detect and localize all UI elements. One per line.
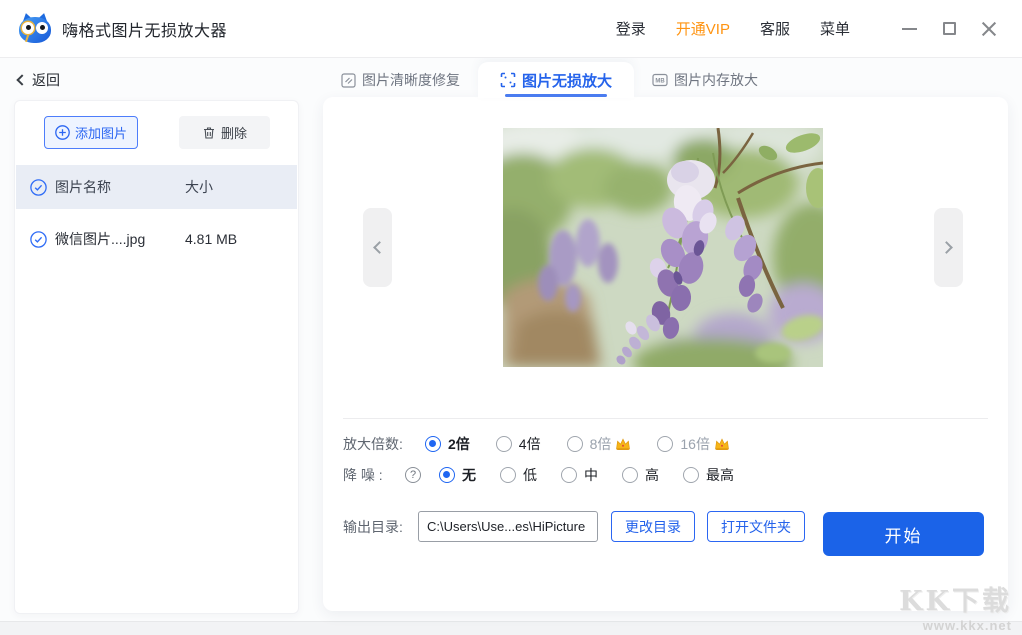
tab-lossless-enlarge[interactable]: 图片无损放大 <box>478 62 634 98</box>
settings-divider <box>343 418 988 419</box>
radio-scale-4x[interactable]: 4倍 <box>496 434 541 454</box>
file-name: 微信图片....jpg <box>55 229 185 249</box>
radio-icon <box>657 436 673 452</box>
minimize-button[interactable] <box>894 14 924 44</box>
radio-icon <box>683 467 699 483</box>
trash-icon <box>202 126 216 140</box>
file-list-row[interactable]: 微信图片....jpg 4.81 MB <box>16 219 297 259</box>
app-title: 嗨格式图片无损放大器 <box>62 17 227 41</box>
column-header-name: 图片名称 <box>55 177 185 197</box>
denoise-label: 降 噪 : <box>343 465 403 485</box>
radio-icon <box>622 467 638 483</box>
scale-radio-group: 2倍 4倍 8倍 16倍 <box>425 434 756 454</box>
plus-circle-icon <box>55 125 70 140</box>
start-button[interactable]: 开始 <box>823 512 984 556</box>
radio-noise-high[interactable]: 高 <box>622 465 659 485</box>
radio-noise-highest[interactable]: 最高 <box>683 465 734 485</box>
radio-noise-low[interactable]: 低 <box>500 465 537 485</box>
minimize-icon <box>902 28 917 30</box>
feature-tabs: 图片清晰度修复 图片无损放大 MB 图片内存放大 <box>323 62 776 98</box>
mb-badge-icon: MB <box>652 73 668 87</box>
radio-noise-medium[interactable]: 中 <box>561 465 598 485</box>
app-logo-owl-icon <box>18 13 52 45</box>
output-directory-row: 输出目录: 更改目录 打开文件夹 <box>343 511 817 542</box>
check-circle-icon <box>30 231 47 248</box>
expand-corners-icon <box>500 72 516 88</box>
svg-text:MB: MB <box>655 79 665 85</box>
scale-multiplier-row: 放大倍数: 2倍 4倍 8倍 16倍 <box>343 434 756 454</box>
chevron-left-icon <box>16 74 27 85</box>
output-path-input[interactable] <box>418 511 598 542</box>
radio-icon <box>500 467 516 483</box>
enlarge-workspace-panel: 放大倍数: 2倍 4倍 8倍 16倍 降 噪 : ? <box>323 97 1008 611</box>
delete-label: 删除 <box>221 123 247 142</box>
open-vip-button[interactable]: 开通VIP <box>676 18 730 39</box>
chevron-right-icon <box>940 241 953 254</box>
window-bottom-strip <box>0 621 1022 635</box>
customer-service-button[interactable]: 客服 <box>760 18 790 39</box>
back-label: 返回 <box>32 70 60 90</box>
question-circle-icon[interactable]: ? <box>405 467 421 483</box>
radio-scale-2x[interactable]: 2倍 <box>425 434 470 454</box>
tab-memory-enlarge[interactable]: MB 图片内存放大 <box>634 62 776 98</box>
radio-icon <box>561 467 577 483</box>
radio-scale-8x[interactable]: 8倍 <box>567 434 632 454</box>
column-header-size: 大小 <box>185 177 213 197</box>
radio-scale-16x[interactable]: 16倍 <box>657 434 730 454</box>
open-folder-button[interactable]: 打开文件夹 <box>707 511 805 542</box>
preview-image <box>503 128 823 367</box>
check-circle-icon <box>30 179 47 196</box>
back-button[interactable]: 返回 <box>18 70 60 90</box>
file-list-panel: 添加图片 删除 图片名称 大小 微信图片....jpg 4.81 MB <box>14 100 299 614</box>
tab-label: 图片内存放大 <box>674 70 758 90</box>
square-slashes-icon <box>341 73 356 88</box>
menu-button[interactable]: 菜单 <box>820 18 850 39</box>
select-all-checkbox[interactable] <box>30 179 47 196</box>
denoise-radio-group: 无 低 中 高 最高 <box>439 465 760 485</box>
add-image-button[interactable]: 添加图片 <box>44 116 138 149</box>
vip-crown-icon <box>615 438 631 451</box>
delete-button[interactable]: 删除 <box>179 116 270 149</box>
radio-icon <box>439 467 455 483</box>
maximize-icon <box>943 22 956 35</box>
tab-label: 图片无损放大 <box>522 70 612 91</box>
radio-icon <box>496 436 512 452</box>
scale-label: 放大倍数: <box>343 434 425 454</box>
maximize-button[interactable] <box>934 14 964 44</box>
close-icon <box>981 21 997 37</box>
active-tab-underline <box>505 94 607 97</box>
tab-clarity-repair[interactable]: 图片清晰度修复 <box>323 62 478 98</box>
change-directory-button[interactable]: 更改目录 <box>611 511 695 542</box>
output-label: 输出目录: <box>343 517 418 537</box>
title-bar: 嗨格式图片无损放大器 登录 开通VIP 客服 菜单 <box>0 0 1022 58</box>
file-list-header: 图片名称 大小 <box>16 165 297 209</box>
radio-icon <box>425 436 441 452</box>
tab-label: 图片清晰度修复 <box>362 70 460 90</box>
radio-icon <box>567 436 583 452</box>
next-image-button[interactable] <box>934 208 963 287</box>
chevron-left-icon <box>373 241 386 254</box>
close-button[interactable] <box>974 14 1004 44</box>
vip-crown-icon <box>714 438 730 451</box>
denoise-row: 降 噪 : ? 无 低 中 高 最高 <box>343 465 760 485</box>
radio-noise-none[interactable]: 无 <box>439 465 476 485</box>
row-checkbox[interactable] <box>30 231 47 248</box>
add-image-label: 添加图片 <box>75 123 127 142</box>
login-button[interactable]: 登录 <box>616 18 646 39</box>
previous-image-button[interactable] <box>363 208 392 287</box>
file-size: 4.81 MB <box>185 231 237 247</box>
